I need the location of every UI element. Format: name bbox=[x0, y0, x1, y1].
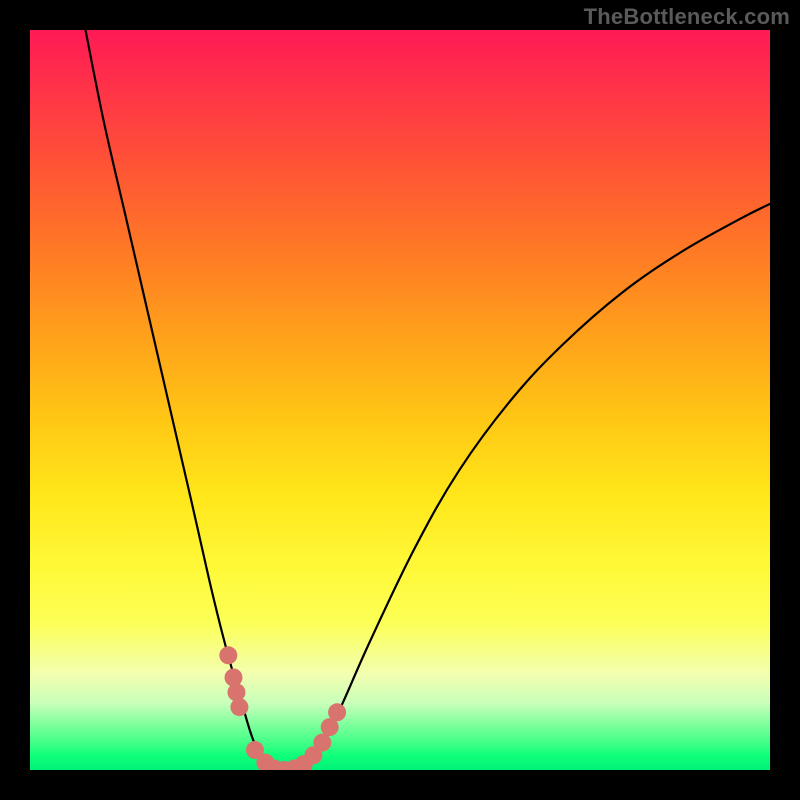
curve-marker bbox=[230, 698, 248, 716]
curve-marker bbox=[328, 703, 346, 721]
watermark-text: TheBottleneck.com bbox=[584, 4, 790, 30]
curve-marker bbox=[313, 734, 331, 752]
chart-frame: TheBottleneck.com bbox=[0, 0, 800, 800]
bottleneck-curve bbox=[86, 30, 771, 770]
curve-marker bbox=[227, 683, 245, 701]
curve-marker bbox=[225, 669, 243, 687]
curve-layer bbox=[30, 30, 770, 770]
curve-marker bbox=[219, 646, 237, 664]
marker-group bbox=[219, 646, 346, 770]
